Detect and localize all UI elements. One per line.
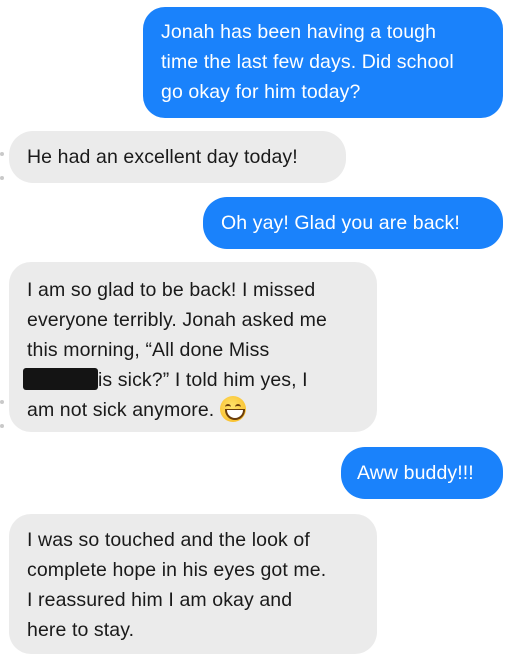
edge-mark	[0, 400, 4, 404]
message-text: Oh yay! Glad you are back!	[221, 212, 460, 234]
edge-mark	[0, 424, 4, 428]
message-bubble-incoming[interactable]: I am so glad to be back! I missed everyo…	[9, 262, 377, 432]
message-text: complete hope in his eyes got me.	[27, 559, 327, 581]
message-text: He had an excellent day today!	[27, 146, 298, 168]
message-text: go okay for him today?	[161, 81, 361, 103]
message-bubble-incoming[interactable]: He had an excellent day today!	[9, 131, 346, 183]
grinning-face-emoji-icon	[220, 396, 247, 422]
message-bubble-outgoing[interactable]: Aww buddy!!!	[341, 447, 503, 499]
message-text: time the last few days. Did school	[161, 51, 454, 73]
message-text: Jonah has been having a tough	[161, 21, 437, 43]
message-text: Aww buddy!!!	[357, 462, 474, 484]
message-text: I reassured him I am okay and	[27, 589, 293, 611]
edge-mark	[0, 152, 4, 156]
message-bubble-outgoing[interactable]: Jonah has been having a tough time the l…	[143, 7, 503, 118]
message-text: this morning, “All done Miss	[27, 339, 270, 361]
message-text: is sick?” I told him yes, I	[98, 369, 308, 391]
message-bubble-outgoing[interactable]: Oh yay! Glad you are back!	[203, 197, 503, 249]
message-text: am not sick anymore.	[27, 399, 215, 421]
message-line-with-emoji: am not sick anymore.	[27, 395, 377, 425]
message-text: I am so glad to be back! I missed	[27, 279, 316, 301]
message-text: I was so touched and the look of	[27, 529, 310, 551]
message-bubble-incoming[interactable]: I was so touched and the look of complet…	[9, 514, 377, 654]
message-text: everyone terribly. Jonah asked me	[27, 309, 327, 331]
message-text: here to stay.	[27, 619, 135, 641]
edge-mark	[0, 176, 4, 180]
message-line-redacted: is sick?” I told him yes, I	[23, 365, 377, 395]
redaction-mark	[23, 368, 98, 390]
